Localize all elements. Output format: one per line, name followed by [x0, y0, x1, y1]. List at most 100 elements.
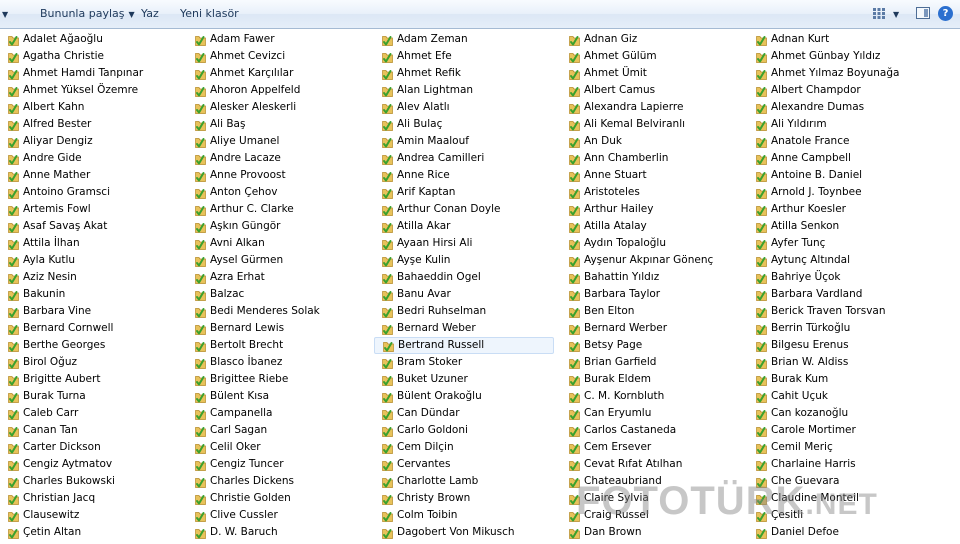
folder-item[interactable]: Bilgesu Erenus [748, 337, 928, 354]
folder-item[interactable]: Bram Stoker [374, 354, 554, 371]
organize-dropdown-arrow[interactable]: ▼ [0, 0, 8, 28]
folder-item[interactable]: Andre Gide [0, 150, 180, 167]
folder-item[interactable]: Ahmet Hamdi Tanpınar [0, 65, 180, 82]
folder-item[interactable]: Alexandre Dumas [748, 99, 928, 116]
folder-item[interactable]: Ali Kemal Belviranlı [561, 116, 741, 133]
folder-item[interactable]: Ahoron Appelfeld [187, 82, 367, 99]
folder-item[interactable]: Campanella [187, 405, 367, 422]
view-options-dropdown[interactable]: ▼ [889, 0, 899, 28]
folder-item[interactable]: Anatole France [748, 133, 928, 150]
folder-item[interactable]: Albert Champdor [748, 82, 928, 99]
folder-item[interactable]: Birol Oğuz [0, 354, 180, 371]
folder-item[interactable]: Anne Stuart [561, 167, 741, 184]
folder-item[interactable]: Adam Zeman [374, 31, 554, 48]
folder-item[interactable]: Can Eryumlu [561, 405, 741, 422]
folder-item[interactable]: Ahmet Yüksel Özemre [0, 82, 180, 99]
folder-item[interactable]: Anne Provoost [187, 167, 367, 184]
folder-item[interactable]: Aysel Gürmen [187, 252, 367, 269]
folder-item[interactable]: Banu Avar [374, 286, 554, 303]
folder-item[interactable]: Clausewitz [0, 507, 180, 524]
folder-item[interactable]: Antoino Gramsci [0, 184, 180, 201]
folder-item[interactable]: Clive Cussler [187, 507, 367, 524]
folder-item[interactable]: Carl Sagan [187, 422, 367, 439]
folder-item[interactable]: Ayşenur Akpınar Gönenç [561, 252, 741, 269]
folder-item[interactable]: Ahmet Refik [374, 65, 554, 82]
folder-item[interactable]: Anne Campbell [748, 150, 928, 167]
folder-item[interactable]: Cervantes [374, 456, 554, 473]
folder-item[interactable]: Ayaan Hirsi Ali [374, 235, 554, 252]
folder-item[interactable]: Brigitte Aubert [0, 371, 180, 388]
folder-item[interactable]: Amin Maalouf [374, 133, 554, 150]
folder-item[interactable]: Colm Toibin [374, 507, 554, 524]
folder-item[interactable]: Barbara Taylor [561, 286, 741, 303]
folder-item[interactable]: Bedri Ruhselman [374, 303, 554, 320]
folder-item[interactable]: Adnan Giz [561, 31, 741, 48]
folder-item[interactable]: Carole Mortimer [748, 422, 928, 439]
folder-item[interactable]: Adnan Kurt [748, 31, 928, 48]
folder-item[interactable]: Can Dündar [374, 405, 554, 422]
folder-item[interactable]: Bertrand Russell [374, 337, 554, 354]
folder-item[interactable]: Arif Kaptan [374, 184, 554, 201]
folder-item[interactable]: Daniel Defoe [748, 524, 928, 541]
folder-item[interactable]: Arthur Koesler [748, 201, 928, 218]
folder-item[interactable]: An Duk [561, 133, 741, 150]
folder-item[interactable]: Ahmet Efe [374, 48, 554, 65]
folder-item[interactable]: Ali Yıldırım [748, 116, 928, 133]
folder-item[interactable]: Adam Fawer [187, 31, 367, 48]
folder-item[interactable]: Bernard Lewis [187, 320, 367, 337]
folder-item[interactable]: Ahmet Karçılılar [187, 65, 367, 82]
folder-item[interactable]: Çesitli [748, 507, 928, 524]
folder-item[interactable]: Arthur Conan Doyle [374, 201, 554, 218]
folder-item[interactable]: Canan Tan [0, 422, 180, 439]
folder-item[interactable]: Craig Russel [561, 507, 741, 524]
folder-item[interactable]: Aziz Nesin [0, 269, 180, 286]
folder-item[interactable]: Aristoteles [561, 184, 741, 201]
folder-item[interactable]: Chateaubriand [561, 473, 741, 490]
folder-item[interactable]: Aliyar Dengiz [0, 133, 180, 150]
folder-item[interactable]: Dagobert Von Mikusch [374, 524, 554, 541]
print-button[interactable]: Yaz [141, 0, 159, 28]
folder-item[interactable]: Burak Eldem [561, 371, 741, 388]
folder-item[interactable]: Berthe Georges [0, 337, 180, 354]
folder-item[interactable]: Aliye Umanel [187, 133, 367, 150]
view-grid-icon[interactable] [873, 8, 885, 19]
folder-item[interactable]: Bakunin [0, 286, 180, 303]
folder-item[interactable]: Carlo Goldoni [374, 422, 554, 439]
folder-item[interactable]: Cengiz Tuncer [187, 456, 367, 473]
folder-item[interactable]: Celil Oker [187, 439, 367, 456]
folder-item[interactable]: Christie Golden [187, 490, 367, 507]
folder-item[interactable]: C. M. Kornbluth [561, 388, 741, 405]
folder-item[interactable]: Buket Uzuner [374, 371, 554, 388]
folder-item[interactable]: Alesker Aleskerli [187, 99, 367, 116]
folder-item[interactable]: Christian Jacq [0, 490, 180, 507]
folder-item[interactable]: Ali Bulaç [374, 116, 554, 133]
folder-item[interactable]: Ben Elton [561, 303, 741, 320]
folder-item[interactable]: Caleb Carr [0, 405, 180, 422]
folder-item[interactable]: Cahit Uçuk [748, 388, 928, 405]
folder-item[interactable]: Ayfer Tunç [748, 235, 928, 252]
folder-item[interactable]: Albert Kahn [0, 99, 180, 116]
folder-item[interactable]: Bahattin Yıldız [561, 269, 741, 286]
folder-item[interactable]: Barbara Vardland [748, 286, 928, 303]
folder-item[interactable]: Arthur C. Clarke [187, 201, 367, 218]
folder-item[interactable]: Berick Traven Torsvan [748, 303, 928, 320]
folder-item[interactable]: Berrin Türkoğlu [748, 320, 928, 337]
folder-item[interactable]: Cevat Rıfat Atılhan [561, 456, 741, 473]
folder-item[interactable]: D. W. Baruch [187, 524, 367, 541]
folder-item[interactable]: Can kozanoğlu [748, 405, 928, 422]
folder-item[interactable]: Che Guevara [748, 473, 928, 490]
folder-item[interactable]: Aşkın Güngör [187, 218, 367, 235]
folder-item[interactable]: Adalet Ağaoğlu [0, 31, 180, 48]
folder-item[interactable]: Brian W. Aldiss [748, 354, 928, 371]
folder-item[interactable]: Agatha Christie [0, 48, 180, 65]
folder-item[interactable]: Avni Alkan [187, 235, 367, 252]
folder-item[interactable]: Alfred Bester [0, 116, 180, 133]
folder-item[interactable]: Betsy Page [561, 337, 741, 354]
folder-item[interactable]: Ann Chamberlin [561, 150, 741, 167]
folder-item[interactable]: Bahaeddin Ogel [374, 269, 554, 286]
folder-item[interactable]: Cem Ersever [561, 439, 741, 456]
folder-item[interactable]: Cemil Meriç [748, 439, 928, 456]
folder-item[interactable]: Carlos Castaneda [561, 422, 741, 439]
folder-item[interactable]: Arthur Hailey [561, 201, 741, 218]
folder-item[interactable]: Blasco İbanez [187, 354, 367, 371]
